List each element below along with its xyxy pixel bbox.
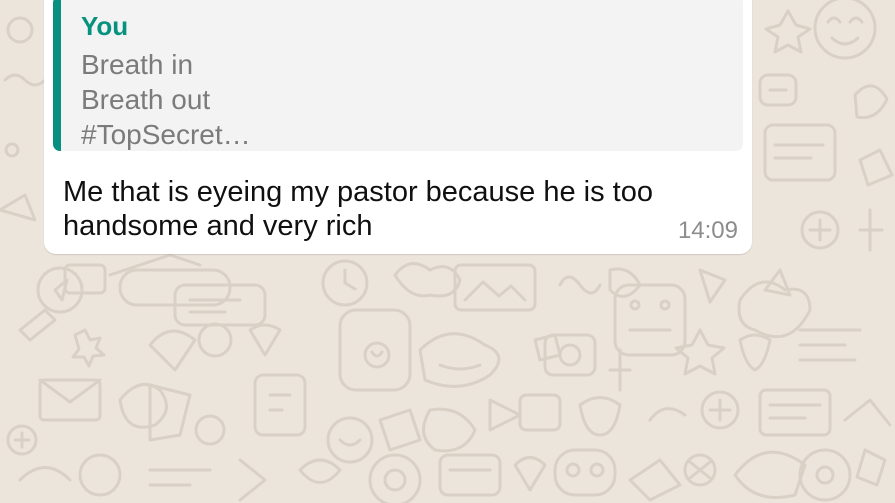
quote-accent-bar (53, 0, 61, 151)
message-bubble[interactable]: You Breath in Breath out #TopSecret… Me … (44, 0, 752, 254)
message-timestamp: 14:09 (677, 217, 738, 244)
quoted-message[interactable]: You Breath in Breath out #TopSecret… (53, 0, 743, 151)
message-text: Me that is eyeing my pastor because he i… (63, 176, 653, 242)
quoted-text-line: Breath in (81, 49, 194, 80)
quoted-author: You (81, 11, 129, 41)
quoted-text-line: Breath out (81, 84, 211, 115)
quoted-text-line: #TopSecret… (81, 119, 251, 150)
